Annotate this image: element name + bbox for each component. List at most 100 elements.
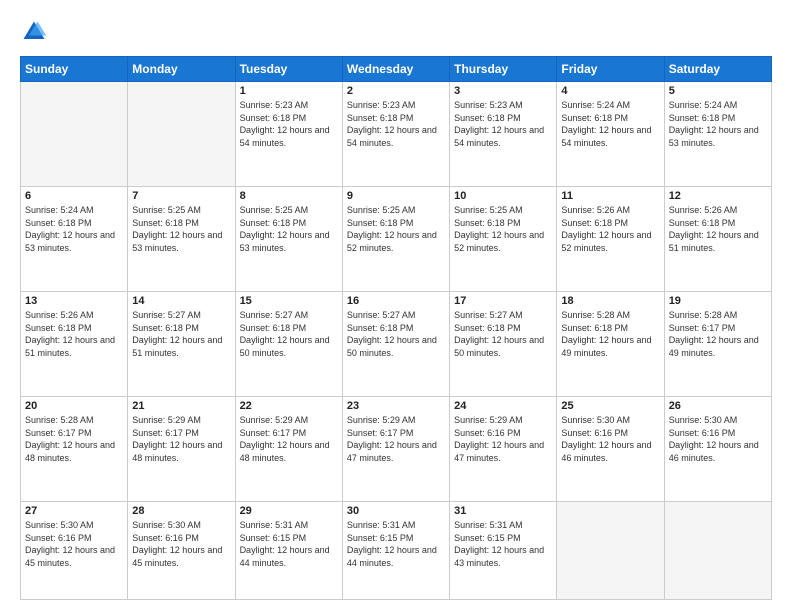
calendar-cell: 16 Sunrise: 5:27 AM Sunset: 6:18 PM Dayli… (342, 292, 449, 397)
day-info: Sunrise: 5:25 AM Sunset: 6:18 PM Dayligh… (454, 204, 552, 254)
day-info: Sunrise: 5:27 AM Sunset: 6:18 PM Dayligh… (347, 309, 445, 359)
calendar-cell: 15 Sunrise: 5:27 AM Sunset: 6:18 PM Dayli… (235, 292, 342, 397)
calendar-cell (21, 82, 128, 187)
calendar-cell: 23 Sunrise: 5:29 AM Sunset: 6:17 PM Dayli… (342, 397, 449, 502)
day-number: 8 (240, 190, 338, 202)
day-number: 13 (25, 295, 123, 307)
calendar-cell: 11 Sunrise: 5:26 AM Sunset: 6:18 PM Dayli… (557, 187, 664, 292)
calendar-cell: 30 Sunrise: 5:31 AM Sunset: 6:15 PM Dayli… (342, 502, 449, 600)
day-info: Sunrise: 5:27 AM Sunset: 6:18 PM Dayligh… (132, 309, 230, 359)
day-number: 18 (561, 295, 659, 307)
week-row-5: 27 Sunrise: 5:30 AM Sunset: 6:16 PM Dayli… (21, 502, 772, 600)
logo-icon (20, 18, 48, 46)
day-info: Sunrise: 5:24 AM Sunset: 6:18 PM Dayligh… (25, 204, 123, 254)
calendar-cell: 29Sunrise: 5:31 AM Sunset: 6:15 PM Dayli… (235, 502, 342, 600)
day-number: 24 (454, 400, 552, 412)
day-info: Sunrise: 5:26 AM Sunset: 6:18 PM Dayligh… (669, 204, 767, 254)
calendar-cell: 17 Sunrise: 5:27 AM Sunset: 6:18 PM Dayli… (450, 292, 557, 397)
day-info: Sunrise: 5:28 AM Sunset: 6:18 PM Dayligh… (561, 309, 659, 359)
calendar-cell: 24 Sunrise: 5:29 AM Sunset: 6:16 PM Dayli… (450, 397, 557, 502)
day-info: Sunrise: 5:30 AM Sunset: 6:16 PM Dayligh… (669, 414, 767, 464)
header-friday: Friday (557, 57, 664, 82)
day-info: Sunrise: 5:24 AM Sunset: 6:18 PM Dayligh… (561, 99, 659, 149)
day-info: Sunrise: 5:27 AM Sunset: 6:18 PM Dayligh… (240, 309, 338, 359)
day-number: 17 (454, 295, 552, 307)
calendar-cell: 6 Sunrise: 5:24 AM Sunset: 6:18 PM Daylig… (21, 187, 128, 292)
day-number: 9 (347, 190, 445, 202)
calendar-cell: 27 Sunrise: 5:30 AM Sunset: 6:16 PM Dayli… (21, 502, 128, 600)
day-info: Sunrise: 5:23 AM Sunset: 6:18 PM Dayligh… (454, 99, 552, 149)
day-info: Sunrise: 5:28 AM Sunset: 6:17 PM Dayligh… (669, 309, 767, 359)
calendar-cell: 3 Sunrise: 5:23 AM Sunset: 6:18 PM Daylig… (450, 82, 557, 187)
day-number: 15 (240, 295, 338, 307)
day-info: Sunrise: 5:31 AM Sunset: 6:15 PM Dayligh… (347, 519, 445, 569)
day-number: 11 (561, 190, 659, 202)
calendar-cell (557, 502, 664, 600)
calendar-cell (664, 502, 771, 600)
header-thursday: Thursday (450, 57, 557, 82)
day-info: Sunrise: 5:28 AM Sunset: 6:17 PM Dayligh… (25, 414, 123, 464)
calendar-cell: 18 Sunrise: 5:28 AM Sunset: 6:18 PM Dayli… (557, 292, 664, 397)
day-number: 6 (25, 190, 123, 202)
day-info: Sunrise: 5:29 AM Sunset: 6:17 PM Dayligh… (240, 414, 338, 464)
week-row-1: 1Sunrise: 5:23 AM Sunset: 6:18 PM Daylig… (21, 82, 772, 187)
day-info: Sunrise: 5:27 AM Sunset: 6:18 PM Dayligh… (454, 309, 552, 359)
day-info: Sunrise: 5:26 AM Sunset: 6:18 PM Dayligh… (561, 204, 659, 254)
calendar-cell: 5Sunrise: 5:24 AM Sunset: 6:18 PM Daylig… (664, 82, 771, 187)
day-number: 30 (347, 505, 445, 517)
day-info: Sunrise: 5:25 AM Sunset: 6:18 PM Dayligh… (240, 204, 338, 254)
calendar-cell: 2Sunrise: 5:23 AM Sunset: 6:18 PM Daylig… (342, 82, 449, 187)
calendar-cell: 10 Sunrise: 5:25 AM Sunset: 6:18 PM Dayli… (450, 187, 557, 292)
day-number: 23 (347, 400, 445, 412)
day-number: 31 (454, 505, 552, 517)
calendar-cell: 4 Sunrise: 5:24 AM Sunset: 6:18 PM Daylig… (557, 82, 664, 187)
calendar-cell: 25Sunrise: 5:30 AM Sunset: 6:16 PM Dayli… (557, 397, 664, 502)
day-info: Sunrise: 5:23 AM Sunset: 6:18 PM Dayligh… (240, 99, 338, 149)
day-number: 16 (347, 295, 445, 307)
day-number: 21 (132, 400, 230, 412)
day-number: 3 (454, 85, 552, 97)
calendar-cell: 31Sunrise: 5:31 AM Sunset: 6:15 PM Dayli… (450, 502, 557, 600)
day-number: 10 (454, 190, 552, 202)
day-info: Sunrise: 5:29 AM Sunset: 6:17 PM Dayligh… (347, 414, 445, 464)
day-number: 12 (669, 190, 767, 202)
calendar-cell: 22 Sunrise: 5:29 AM Sunset: 6:17 PM Dayli… (235, 397, 342, 502)
logo (20, 18, 52, 46)
calendar-cell: 13 Sunrise: 5:26 AM Sunset: 6:18 PM Dayli… (21, 292, 128, 397)
day-info: Sunrise: 5:30 AM Sunset: 6:16 PM Dayligh… (132, 519, 230, 569)
day-number: 29 (240, 505, 338, 517)
day-number: 4 (561, 85, 659, 97)
calendar-cell: 21 Sunrise: 5:29 AM Sunset: 6:17 PM Dayli… (128, 397, 235, 502)
page: SundayMondayTuesdayWednesdayThursdayFrid… (0, 0, 792, 612)
day-info: Sunrise: 5:30 AM Sunset: 6:16 PM Dayligh… (25, 519, 123, 569)
day-info: Sunrise: 5:29 AM Sunset: 6:17 PM Dayligh… (132, 414, 230, 464)
day-number: 28 (132, 505, 230, 517)
calendar-cell: 20 Sunrise: 5:28 AM Sunset: 6:17 PM Dayli… (21, 397, 128, 502)
calendar-cell: 19 Sunrise: 5:28 AM Sunset: 6:17 PM Dayli… (664, 292, 771, 397)
calendar-cell: 26 Sunrise: 5:30 AM Sunset: 6:16 PM Dayli… (664, 397, 771, 502)
day-number: 14 (132, 295, 230, 307)
header-sunday: Sunday (21, 57, 128, 82)
calendar-cell: 8 Sunrise: 5:25 AM Sunset: 6:18 PM Daylig… (235, 187, 342, 292)
week-row-3: 13 Sunrise: 5:26 AM Sunset: 6:18 PM Dayli… (21, 292, 772, 397)
day-info: Sunrise: 5:25 AM Sunset: 6:18 PM Dayligh… (347, 204, 445, 254)
day-info: Sunrise: 5:30 AM Sunset: 6:16 PM Dayligh… (561, 414, 659, 464)
calendar-cell: 14 Sunrise: 5:27 AM Sunset: 6:18 PM Dayli… (128, 292, 235, 397)
calendar-cell: 28 Sunrise: 5:30 AM Sunset: 6:16 PM Dayli… (128, 502, 235, 600)
day-info: Sunrise: 5:26 AM Sunset: 6:18 PM Dayligh… (25, 309, 123, 359)
calendar-cell (128, 82, 235, 187)
calendar-table: SundayMondayTuesdayWednesdayThursdayFrid… (20, 56, 772, 600)
day-number: 20 (25, 400, 123, 412)
calendar-header-row: SundayMondayTuesdayWednesdayThursdayFrid… (21, 57, 772, 82)
week-row-4: 20 Sunrise: 5:28 AM Sunset: 6:17 PM Dayli… (21, 397, 772, 502)
header-saturday: Saturday (664, 57, 771, 82)
day-info: Sunrise: 5:24 AM Sunset: 6:18 PM Dayligh… (669, 99, 767, 149)
day-number: 22 (240, 400, 338, 412)
header-monday: Monday (128, 57, 235, 82)
day-number: 26 (669, 400, 767, 412)
calendar-cell: 9 Sunrise: 5:25 AM Sunset: 6:18 PM Daylig… (342, 187, 449, 292)
day-number: 27 (25, 505, 123, 517)
day-info: Sunrise: 5:29 AM Sunset: 6:16 PM Dayligh… (454, 414, 552, 464)
day-number: 19 (669, 295, 767, 307)
day-info: Sunrise: 5:23 AM Sunset: 6:18 PM Dayligh… (347, 99, 445, 149)
